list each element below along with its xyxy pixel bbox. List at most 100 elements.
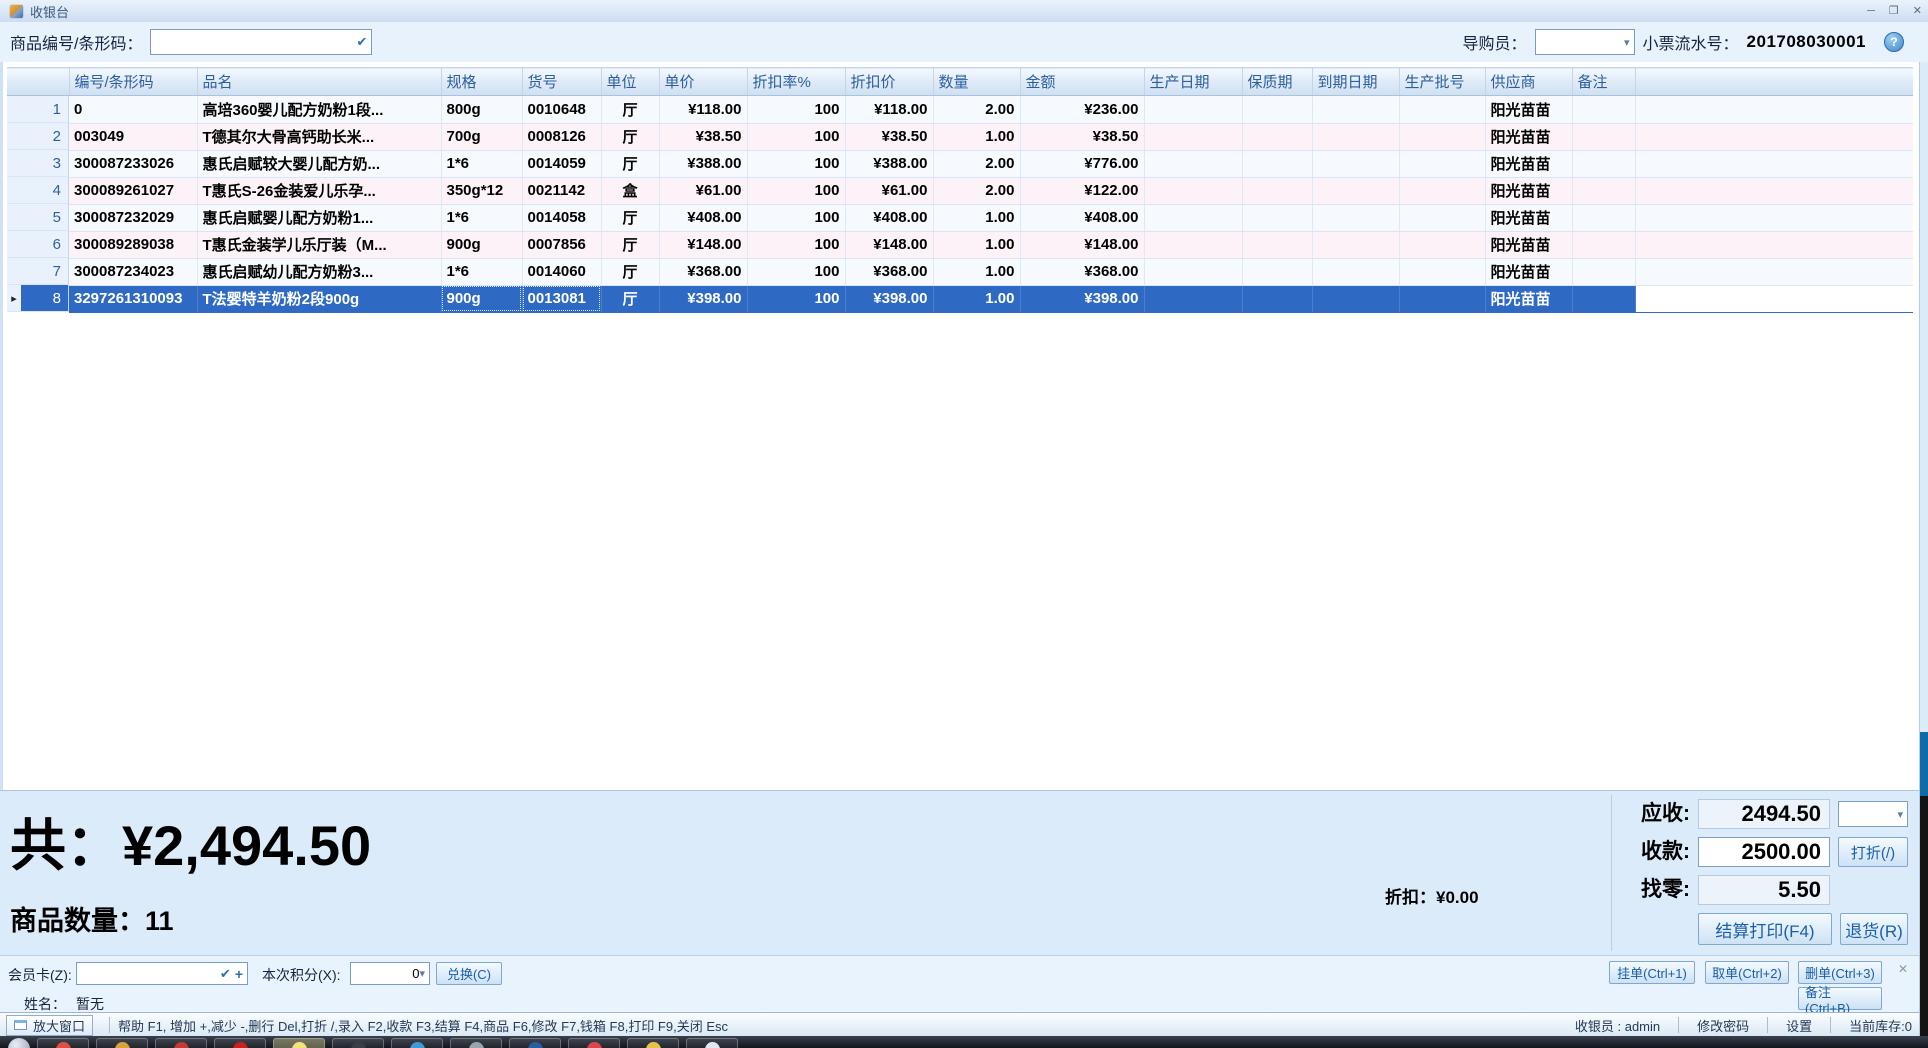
cell-dprice[interactable]: ¥388.00 [845, 150, 933, 177]
cell-remark[interactable] [1572, 123, 1635, 150]
column-header-item[interactable]: 货号 [522, 68, 601, 96]
cell-prod[interactable] [1144, 177, 1242, 204]
cell-batch[interactable] [1399, 204, 1485, 231]
column-header-spec[interactable]: 规格 [441, 68, 522, 96]
cell-dprice[interactable]: ¥148.00 [845, 231, 933, 258]
taskbar-icon-red-app[interactable] [37, 1038, 89, 1048]
cell-supplier[interactable]: 阳光苗苗 [1485, 96, 1572, 124]
add-member-icon[interactable]: + [235, 966, 243, 982]
cell-rate[interactable]: 100 [747, 204, 845, 231]
cell-shelf[interactable] [1242, 150, 1312, 177]
cell-item[interactable]: 0013081 [522, 285, 601, 312]
cell-unit[interactable]: 厅 [601, 231, 659, 258]
cell-shelf[interactable] [1242, 258, 1312, 285]
cell-expiry[interactable] [1312, 96, 1399, 124]
cell-code[interactable]: 300089289038 [69, 231, 197, 258]
cell-item[interactable]: 0007856 [522, 231, 601, 258]
cell-rate[interactable]: 100 [747, 231, 845, 258]
table-row[interactable]: ▸83297261310093T法婴特羊奶粉2段900g900g0013081厅… [7, 285, 1913, 312]
cell-batch[interactable] [1399, 285, 1485, 312]
cell-rate[interactable]: 100 [747, 177, 845, 204]
table-row[interactable]: 6300089289038T惠氏金装学儿乐厅装（M...900g0007856厅… [7, 231, 1913, 258]
taskbar-icon-red-white-app[interactable] [568, 1038, 620, 1048]
taskbar-icon-dark-app[interactable] [332, 1038, 384, 1048]
cell-price[interactable]: ¥61.00 [659, 177, 747, 204]
column-header-qty[interactable]: 数量 [933, 68, 1020, 96]
cell-qty[interactable]: 1.00 [933, 231, 1020, 258]
column-header-prod[interactable]: 生产日期 [1144, 68, 1242, 96]
taskbar-icon-yellow-folder-app[interactable] [273, 1038, 325, 1048]
cell-remark[interactable] [1572, 285, 1635, 312]
cell-supplier[interactable]: 阳光苗苗 [1485, 204, 1572, 231]
cell-prod[interactable] [1144, 231, 1242, 258]
taskbar-icon-orange-app[interactable] [96, 1038, 148, 1048]
cell-code[interactable]: 300089261027 [69, 177, 197, 204]
cell-amount[interactable]: ¥408.00 [1020, 204, 1144, 231]
cell-expiry[interactable] [1312, 231, 1399, 258]
table-row[interactable]: 2003049T德其尔大骨高钙助长米...700g0008126厅¥38.501… [7, 123, 1913, 150]
guide-select[interactable]: ▾ [1535, 29, 1635, 55]
taskbar-icon-gold-app[interactable] [627, 1038, 679, 1048]
cell-remark[interactable] [1572, 204, 1635, 231]
order-remark-button[interactable]: 备注(Ctrl+B) [1798, 987, 1882, 1010]
cell-unit[interactable]: 厅 [601, 150, 659, 177]
cell-dprice[interactable]: ¥408.00 [845, 204, 933, 231]
cell-name[interactable]: 惠氏启赋较大婴儿配方奶... [197, 150, 441, 177]
cell-batch[interactable] [1399, 231, 1485, 258]
taskbar-icon-blue-app[interactable] [391, 1038, 443, 1048]
cell-code[interactable]: 0 [69, 96, 197, 124]
cell-batch[interactable] [1399, 150, 1485, 177]
column-header-unit[interactable]: 单位 [601, 68, 659, 96]
cell-remark[interactable] [1572, 258, 1635, 285]
member-card-input[interactable]: ✔ + [76, 962, 248, 985]
cell-unit[interactable]: 厅 [601, 204, 659, 231]
cell-expiry[interactable] [1312, 204, 1399, 231]
row-indicator[interactable]: 7 [7, 258, 69, 285]
cell-expiry[interactable] [1312, 150, 1399, 177]
cell-supplier[interactable]: 阳光苗苗 [1485, 123, 1572, 150]
column-header-amount[interactable]: 金额 [1020, 68, 1144, 96]
cell-price[interactable]: ¥118.00 [659, 96, 747, 124]
cell-unit[interactable]: 盒 [601, 177, 659, 204]
column-header-remark[interactable]: 备注 [1572, 68, 1635, 96]
panel-close-icon[interactable]: ✕ [1898, 962, 1908, 976]
cell-dprice[interactable]: ¥368.00 [845, 258, 933, 285]
cell-dprice[interactable]: ¥61.00 [845, 177, 933, 204]
due-currency-select[interactable]: ▾ [1838, 801, 1908, 827]
cell-item[interactable]: 0021142 [522, 177, 601, 204]
cell-amount[interactable]: ¥122.00 [1020, 177, 1144, 204]
cell-dprice[interactable]: ¥398.00 [845, 285, 933, 312]
cell-supplier[interactable]: 阳光苗苗 [1485, 177, 1572, 204]
cell-spec[interactable]: 1*6 [441, 150, 522, 177]
cell-spec[interactable]: 900g [441, 231, 522, 258]
table-header-row[interactable]: 编号/条形码品名规格货号单位单价折扣率%折扣价数量金额生产日期保质期到期日期生产… [7, 68, 1913, 96]
table-row[interactable]: 3300087233026惠氏启赋较大婴儿配方奶...1*60014059厅¥3… [7, 150, 1913, 177]
minimize-icon[interactable]: ─ [1867, 4, 1875, 18]
cell-dprice[interactable]: ¥118.00 [845, 96, 933, 124]
row-indicator[interactable]: 6 [7, 231, 69, 258]
cell-rate[interactable]: 100 [747, 123, 845, 150]
cell-spec[interactable]: 800g [441, 96, 522, 124]
cell-prod[interactable] [1144, 96, 1242, 124]
column-header-expiry[interactable]: 到期日期 [1312, 68, 1399, 96]
column-header-shelf[interactable]: 保质期 [1242, 68, 1312, 96]
cell-expiry[interactable] [1312, 285, 1399, 312]
cell-shelf[interactable] [1242, 123, 1312, 150]
cell-remark[interactable] [1572, 231, 1635, 258]
cell-amount[interactable]: ¥776.00 [1020, 150, 1144, 177]
taskbar-icon-navy-app[interactable] [509, 1038, 561, 1048]
cell-remark[interactable] [1572, 177, 1635, 204]
cell-batch[interactable] [1399, 258, 1485, 285]
cell-shelf[interactable] [1242, 204, 1312, 231]
cell-code[interactable]: 3297261310093 [69, 285, 197, 312]
cell-code[interactable]: 003049 [69, 123, 197, 150]
cell-supplier[interactable]: 阳光苗苗 [1485, 285, 1572, 312]
cell-amount[interactable]: ¥148.00 [1020, 231, 1144, 258]
cell-spec[interactable]: 1*6 [441, 258, 522, 285]
cell-item[interactable]: 0008126 [522, 123, 601, 150]
cell-qty[interactable]: 1.00 [933, 123, 1020, 150]
cell-supplier[interactable]: 阳光苗苗 [1485, 150, 1572, 177]
cell-code[interactable]: 300087234023 [69, 258, 197, 285]
taskbar-icon-red-square-app[interactable] [214, 1038, 266, 1048]
return-goods-button[interactable]: 退货(R) [1840, 913, 1908, 945]
